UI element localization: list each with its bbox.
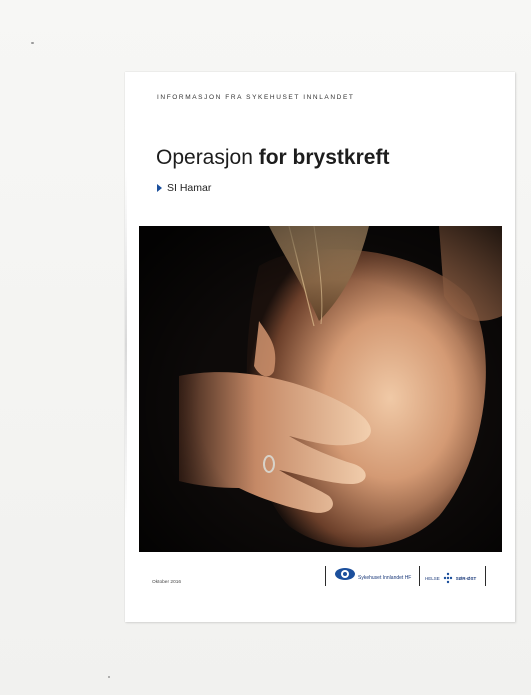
bullet-triangle-icon (157, 184, 162, 192)
brochure-spine-shadow (125, 170, 127, 520)
scan-speck (31, 42, 34, 44)
title-light: Operasjon (156, 146, 253, 169)
logo-divider (325, 566, 326, 586)
helse-sor-ost-logo: HELSE SØR-ØST (425, 572, 476, 584)
hso-left-text: HELSE (425, 575, 440, 581)
header-kicker: INFORMASJON FRA SYKEHUSET INNLANDET (157, 94, 355, 101)
hso-right-text: SØR-ØST (455, 575, 477, 581)
hso-cross-icon (443, 572, 452, 584)
page-title: Operasjon for brystkreft (156, 146, 389, 170)
sykehuset-innlandet-logo: Sykehuset Innlandet HF (334, 566, 411, 582)
location-subtitle: SI Hamar (157, 182, 211, 194)
scan-speck (108, 676, 110, 678)
cover-photo (139, 226, 502, 552)
title-bold: for brystkreft (258, 146, 390, 169)
logo-divider (419, 566, 420, 586)
si-eye-icon (335, 568, 355, 580)
logo-divider (485, 566, 486, 586)
publication-date: Oktober 2016 (152, 580, 182, 585)
location-label: SI Hamar (167, 182, 212, 194)
si-logo-text: Sykehuset Innlandet HF (358, 575, 412, 581)
